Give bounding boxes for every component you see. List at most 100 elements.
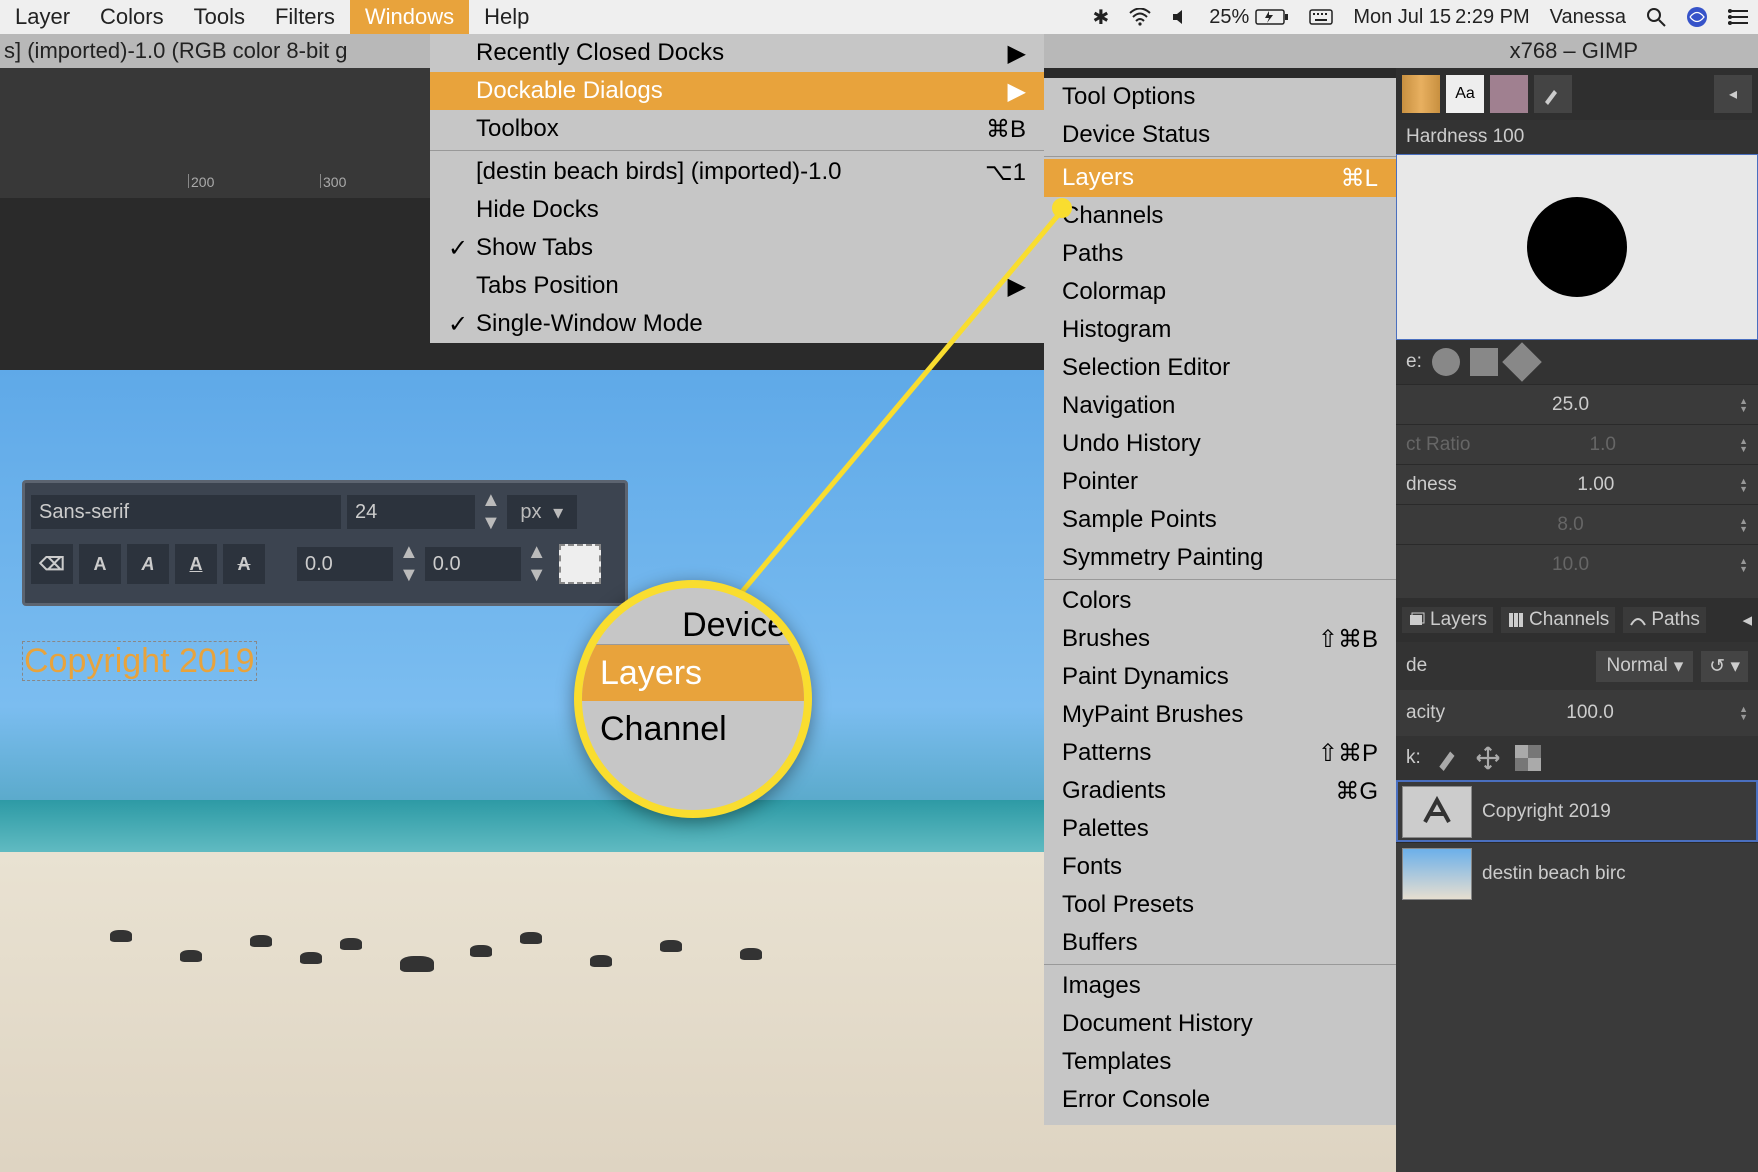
submenu-item[interactable]: Images — [1044, 967, 1396, 1005]
submenu-item[interactable]: Fonts — [1044, 848, 1396, 886]
submenu-item[interactable]: Brushes⇧⌘B — [1044, 620, 1396, 658]
mode-reset-icon[interactable]: ↺ ▾ — [1701, 651, 1748, 682]
bold-button[interactable]: A — [79, 544, 121, 584]
menu-layer[interactable]: Layer — [0, 0, 85, 34]
layer-name: Copyright 2019 — [1482, 801, 1611, 823]
menu-item[interactable]: Hide Docks — [430, 191, 1044, 229]
menu-item[interactable]: Recently Closed Docks▶ — [430, 34, 1044, 72]
kern-stepper[interactable]: ▲▼ — [399, 541, 419, 587]
fontsize-input[interactable] — [347, 495, 475, 529]
menu-colors[interactable]: Colors — [85, 0, 179, 34]
submenu-item[interactable]: Paint Dynamics — [1044, 658, 1396, 696]
tab-history-icon[interactable] — [1490, 75, 1528, 113]
strike-button[interactable]: A — [223, 544, 265, 584]
layer-tab-config-icon[interactable]: ◂ — [1742, 609, 1752, 632]
submenu-item[interactable]: Sample Points — [1044, 501, 1396, 539]
clock-time[interactable]: 2:29 PM — [1455, 6, 1539, 29]
menu-filters[interactable]: Filters — [260, 0, 350, 34]
text-color-swatch[interactable] — [559, 544, 601, 584]
siri-icon[interactable] — [1676, 6, 1718, 28]
lock-paint-icon[interactable] — [1435, 745, 1461, 771]
angle-slider[interactable]: 8.0▲▼ — [1396, 504, 1758, 544]
base-stepper[interactable]: ▲▼ — [527, 541, 547, 587]
spotlight-icon[interactable] — [1636, 7, 1676, 27]
submenu-item[interactable]: MyPaint Brushes — [1044, 696, 1396, 734]
size-slider[interactable]: 25.0▲▼ — [1396, 384, 1758, 424]
menu-help[interactable]: Help — [469, 0, 544, 34]
submenu-item[interactable]: Document History — [1044, 1005, 1396, 1043]
layer-thumb-text — [1402, 786, 1472, 838]
submenu-item[interactable]: Templates — [1044, 1043, 1396, 1081]
submenu-item[interactable]: Error Console — [1044, 1081, 1396, 1119]
ratio-slider[interactable]: ct Ratio1.0▲▼ — [1396, 424, 1758, 464]
submenu-item[interactable]: Channels — [1044, 197, 1396, 235]
submenu-item[interactable]: Buffers — [1044, 924, 1396, 962]
submenu-item[interactable]: Colors — [1044, 582, 1396, 620]
submenu-item[interactable]: Paths — [1044, 235, 1396, 273]
submenu-item[interactable]: Symmetry Painting — [1044, 539, 1396, 577]
tab-config-icon[interactable]: ◂ — [1714, 75, 1752, 113]
lock-row: k: — [1396, 736, 1758, 780]
tab-paths[interactable]: Paths — [1623, 607, 1706, 633]
keyboard-icon[interactable] — [1299, 8, 1343, 26]
baseline-input[interactable] — [425, 547, 521, 581]
kerning-input[interactable] — [297, 547, 393, 581]
user-name[interactable]: Vanessa — [1540, 6, 1636, 29]
unit-select[interactable]: px ▾ — [507, 495, 577, 529]
submenu-item[interactable]: Patterns⇧⌘P — [1044, 734, 1396, 772]
lock-move-icon[interactable] — [1475, 745, 1501, 771]
menu-item[interactable]: Toolbox⌘B — [430, 110, 1044, 148]
submenu-item[interactable]: Tool Options — [1044, 78, 1396, 116]
submenu-item[interactable]: Gradients⌘G — [1044, 772, 1396, 810]
menu-item[interactable]: Dockable Dialogs▶ — [430, 72, 1044, 110]
right-panel: Aa ◂ Hardness 100 e: 25.0▲▼ ct Ratio1.0▲… — [1396, 68, 1758, 1172]
text-tool-overlay[interactable]: ▲▼ px ▾ ⌫ A A A A ▲▼ ▲▼ — [22, 480, 628, 606]
canvas-text-layer[interactable]: Copyright 2019 — [22, 642, 257, 681]
lock-alpha-icon[interactable] — [1515, 745, 1541, 771]
submenu-item[interactable]: Pointer — [1044, 463, 1396, 501]
submenu-item[interactable]: Layers⌘L — [1044, 159, 1396, 197]
shape-circle[interactable] — [1432, 348, 1460, 376]
mode-select[interactable]: Normal ▾ — [1596, 651, 1693, 682]
volume-icon[interactable] — [1161, 8, 1199, 26]
submenu-item[interactable]: Undo History — [1044, 425, 1396, 463]
shape-square[interactable] — [1470, 348, 1498, 376]
menu-item[interactable]: [destin beach birds] (imported)-1.0⌥1 — [430, 153, 1044, 191]
fontsize-stepper[interactable]: ▲▼ — [481, 489, 501, 535]
notification-icon[interactable] — [1718, 8, 1758, 26]
tab-brushes-icon[interactable] — [1402, 75, 1440, 113]
submenu-item[interactable]: Histogram — [1044, 311, 1396, 349]
shape-diamond[interactable] — [1502, 342, 1542, 382]
tab-layers[interactable]: Layers — [1402, 607, 1493, 633]
battery-status[interactable]: 25% — [1199, 6, 1299, 29]
bluetooth-icon[interactable]: ✱ — [1083, 5, 1120, 30]
submenu-item[interactable]: Colormap — [1044, 273, 1396, 311]
tab-channels[interactable]: Channels — [1501, 607, 1615, 633]
tab-fonts-icon[interactable]: Aa — [1446, 75, 1484, 113]
submenu-item[interactable]: Palettes — [1044, 810, 1396, 848]
layer-dock-tabs: Layers Channels Paths ◂ — [1396, 598, 1758, 642]
submenu-item[interactable]: Selection Editor — [1044, 349, 1396, 387]
spacing-slider[interactable]: 10.0▲▼ — [1396, 544, 1758, 584]
clear-button[interactable]: ⌫ — [31, 544, 73, 584]
submenu-item[interactable]: Device Status — [1044, 116, 1396, 154]
menu-item[interactable]: ✓Show Tabs — [430, 229, 1044, 267]
brush-preview[interactable] — [1396, 154, 1758, 340]
dockable-dialogs-submenu: Tool OptionsDevice Status Layers⌘LChannel… — [1044, 78, 1396, 1125]
menu-tools[interactable]: Tools — [179, 0, 260, 34]
title-right: x768 – GIMP — [1510, 38, 1638, 64]
underline-button[interactable]: A — [175, 544, 217, 584]
font-input[interactable] — [31, 495, 341, 529]
submenu-item[interactable]: Tool Presets — [1044, 886, 1396, 924]
opacity-row[interactable]: acity100.0▲▼ — [1396, 690, 1758, 736]
wifi-icon[interactable] — [1119, 8, 1161, 26]
tab-paint-icon[interactable] — [1534, 75, 1572, 113]
clock-date[interactable]: Mon Jul 15 — [1343, 6, 1455, 29]
layer-row[interactable]: Copyright 2019 — [1396, 780, 1758, 842]
italic-button[interactable]: A — [127, 544, 169, 584]
submenu-item[interactable]: Navigation — [1044, 387, 1396, 425]
layer-row[interactable]: destin beach birc — [1396, 842, 1758, 904]
hardness-slider[interactable]: dness1.00▲▼ — [1396, 464, 1758, 504]
menu-item[interactable]: Tabs Position▶ — [430, 267, 1044, 305]
menu-windows[interactable]: Windows — [350, 0, 469, 34]
